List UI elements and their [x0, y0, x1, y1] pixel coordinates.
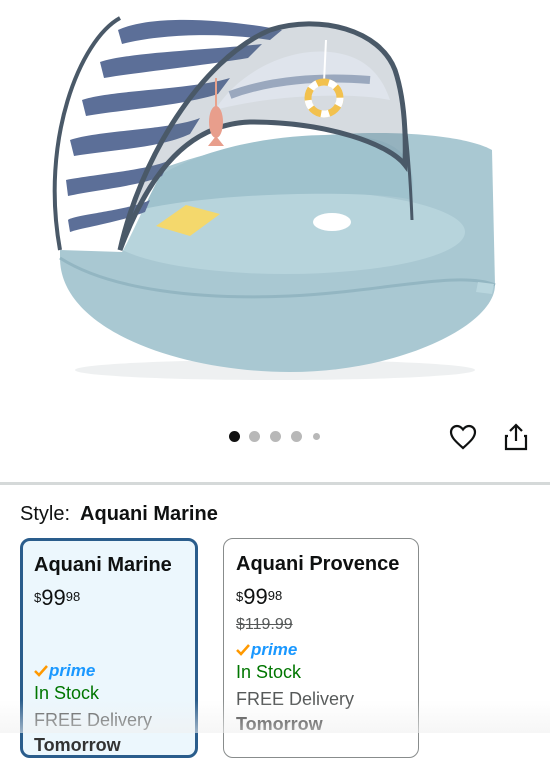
- stock-status: In Stock: [236, 662, 302, 682]
- style-selector-label: Style: Aquani Marine: [20, 503, 218, 526]
- list-price: $119.99: [236, 616, 293, 633]
- tent-illustration: [52, 7, 496, 380]
- stock-status: In Stock: [34, 683, 100, 703]
- prime-badge: prime: [34, 661, 184, 681]
- carousel-dot-2[interactable]: [249, 431, 260, 442]
- prime-check-icon: [236, 644, 250, 656]
- carousel-dot-1[interactable]: [229, 431, 240, 442]
- price-fraction: 98: [267, 588, 283, 603]
- prime-badge: prime: [236, 640, 406, 660]
- heart-icon: [449, 424, 477, 450]
- price-whole: 99: [243, 584, 268, 609]
- section-divider: [0, 482, 550, 485]
- style-label: Style:: [20, 503, 71, 525]
- delivery-day: Tomorrow: [34, 735, 121, 755]
- style-option-aquani-provence[interactable]: Aquani Provence $9998 $119.99 prime In S…: [223, 538, 419, 758]
- prime-check-icon: [34, 665, 48, 677]
- delivery-info: FREE Delivery: [236, 689, 355, 709]
- carousel-dot-4[interactable]: [291, 431, 302, 442]
- price-whole: 99: [41, 585, 66, 610]
- option-name: Aquani Provence: [236, 553, 400, 575]
- carousel-dot-5[interactable]: [313, 433, 320, 440]
- style-option-aquani-marine[interactable]: Aquani Marine $9998 prime In Stock FREE …: [20, 538, 198, 758]
- delivery-info: FREE Delivery: [34, 710, 153, 730]
- delivery-day: Tomorrow: [236, 714, 323, 734]
- wishlist-button[interactable]: [446, 420, 480, 454]
- option-price: $9998: [34, 587, 184, 609]
- share-button[interactable]: [499, 420, 533, 454]
- option-name: Aquani Marine: [34, 554, 172, 576]
- prime-label: prime: [251, 640, 298, 659]
- price-fraction: 98: [65, 589, 81, 604]
- option-price: $9998: [236, 586, 406, 608]
- share-icon: [504, 423, 528, 451]
- style-selected-value: Aquani Marine: [80, 503, 218, 525]
- product-image[interactable]: [0, 0, 550, 420]
- prime-label: prime: [49, 661, 96, 680]
- carousel-dot-3[interactable]: [270, 431, 281, 442]
